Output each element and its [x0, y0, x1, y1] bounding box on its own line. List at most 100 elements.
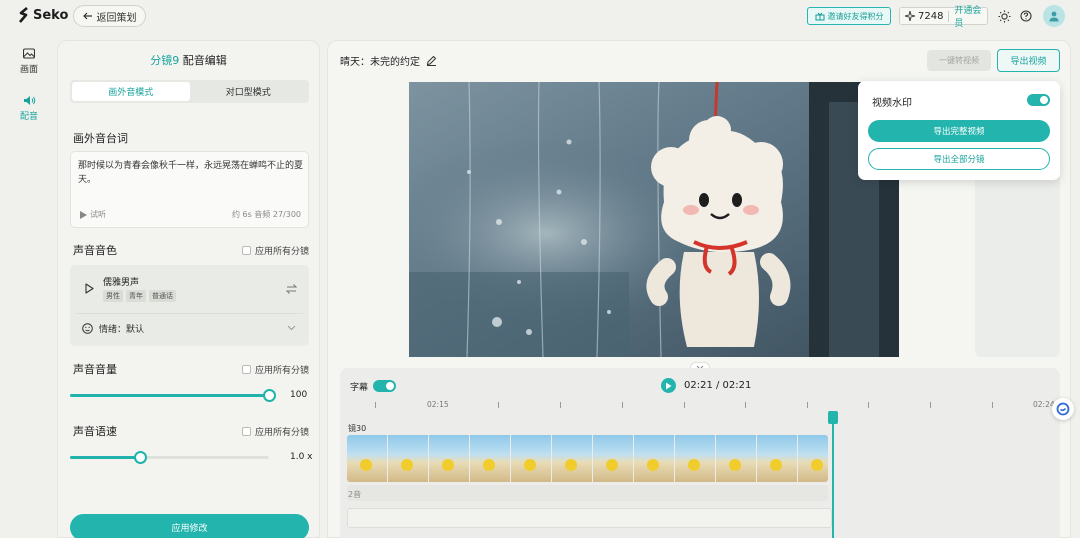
preview-scene: [409, 82, 899, 357]
export-popup: 视频水印 导出完整视频 导出全部分镜: [858, 81, 1060, 180]
assistant-button[interactable]: [1052, 398, 1074, 420]
slider-fill: [70, 456, 140, 459]
try-listen-button[interactable]: 试听: [80, 209, 106, 220]
gift-icon: [815, 12, 824, 20]
video-preview[interactable]: [409, 82, 899, 357]
char-counter: 约 6s 音频 27/300: [231, 210, 301, 219]
film-frame: [347, 435, 387, 482]
rail-item-voice[interactable]: 配音: [12, 95, 46, 122]
script-text[interactable]: 那时候以为青春会像秋千一样，永远晃荡在蝉鸣不止的夏天。: [78, 159, 304, 187]
try-listen-label: 试听: [90, 210, 106, 219]
shot-number: 分镜9: [150, 54, 180, 67]
checkbox[interactable]: [242, 365, 251, 374]
apply-all-voice-checkbox[interactable]: 应用所有分镜: [242, 244, 309, 257]
ruler-label: 02:15: [427, 400, 449, 409]
film-frame: [470, 435, 510, 482]
top-bar: Seko 返回策划 邀请好友得积分 7248 开通会员: [0, 0, 1080, 32]
watermark-label: 视频水印: [872, 98, 912, 109]
script-textarea[interactable]: 那时候以为青春会像秋千一样，永远晃荡在蝉鸣不止的夏天。 试听 约 6s 音频 2…: [70, 151, 309, 228]
apply-changes-button[interactable]: 应用修改: [70, 514, 309, 538]
divider: [76, 313, 303, 314]
ruler-tick: [745, 402, 746, 408]
export-all-shots-button[interactable]: 导出全部分镜: [868, 148, 1050, 170]
play-icon[interactable]: [85, 283, 94, 294]
apply-all-label: 应用所有分镜: [255, 247, 310, 257]
volume-value: 100: [290, 390, 308, 400]
slider-fill: [70, 394, 269, 397]
ruler-tick: [375, 402, 376, 408]
points-display[interactable]: 7248: [900, 11, 943, 22]
speaker-icon: [23, 96, 35, 105]
film-frame: [388, 435, 428, 482]
side-panel: [975, 178, 1060, 357]
tab-lipsync-mode[interactable]: 对口型模式: [190, 82, 308, 101]
chat-icon: [1056, 402, 1070, 416]
voice-section-label: 声音音色: [73, 244, 117, 257]
ruler-tick: [622, 402, 623, 408]
film-frame: [757, 435, 797, 482]
apply-all-speed-checkbox[interactable]: 应用所有分镜: [242, 425, 309, 438]
timeline-ruler[interactable]: 02:15 02:24: [348, 400, 1055, 412]
panel-heading: 配音编辑: [182, 54, 227, 67]
voice-tag: 青年: [126, 290, 146, 302]
back-to-plan-button[interactable]: 返回策划: [73, 5, 146, 27]
film-frame: [798, 435, 828, 482]
swap-icon[interactable]: [286, 284, 297, 294]
volume-section-label: 声音音量: [73, 363, 117, 376]
user-avatar[interactable]: [1043, 5, 1065, 27]
seko-logo-icon: [19, 7, 28, 23]
ruler-tick: [498, 402, 499, 408]
speed-slider[interactable]: [70, 451, 269, 464]
speed-section-label: 声音语速: [73, 425, 117, 438]
emotion-selector[interactable]: 情绪：默认: [82, 322, 144, 335]
sparkle-icon: [905, 11, 915, 21]
subtitle-toggle[interactable]: [373, 380, 396, 392]
ruler-tick: [992, 402, 993, 408]
watermark-toggle[interactable]: [1027, 94, 1050, 106]
voice-selector-card[interactable]: 儒雅男声 男性 青年 普通话 情绪：默认: [70, 265, 309, 346]
rail-item-visuals[interactable]: 画面: [12, 48, 46, 75]
help-button[interactable]: [1019, 9, 1033, 23]
invite-label: 邀请好友得积分: [827, 11, 884, 21]
shot-filmstrip[interactable]: [347, 435, 828, 482]
apply-all-label: 应用所有分镜: [255, 366, 310, 376]
checkbox[interactable]: [242, 246, 251, 255]
apply-all-volume-checkbox[interactable]: 应用所有分镜: [242, 363, 309, 376]
slider-handle[interactable]: [263, 389, 276, 402]
playhead-handle[interactable]: [828, 411, 838, 424]
project-title: 晴天：未完的约定: [340, 53, 437, 68]
ruler-tick: [868, 402, 869, 408]
playhead-line: [832, 416, 834, 538]
chevron-down-icon: [287, 325, 296, 331]
volume-slider[interactable]: [70, 389, 276, 402]
rail-label-visuals: 画面: [19, 65, 38, 75]
empty-track[interactable]: [347, 508, 832, 528]
sun-icon: [998, 10, 1010, 22]
mode-tabs: 画外音模式 对口型模式: [70, 80, 309, 103]
audio-track[interactable]: [347, 485, 828, 501]
edit-icon[interactable]: [426, 55, 437, 66]
voice-tags: 男性 青年 普通话: [103, 290, 176, 302]
theme-toggle-button[interactable]: [997, 9, 1011, 23]
arrow-left-icon: [82, 12, 92, 20]
project-title-text: 晴天：未完的约定: [340, 57, 420, 68]
voice-edit-panel: 分镜9 配音编辑 画外音模式 对口型模式 画外音台词 那时候以为青春会像秋千一样…: [57, 40, 320, 538]
invite-friends-button[interactable]: 邀请好友得积分: [807, 7, 891, 25]
speed-value: 1.0 x: [290, 452, 313, 462]
film-frame: [429, 435, 469, 482]
logo[interactable]: Seko: [18, 7, 68, 23]
ruler-tick: [560, 402, 561, 408]
emotion-label: 情绪：默认: [99, 325, 145, 335]
panel-title: 分镜9 配音编辑: [58, 52, 319, 68]
slider-handle[interactable]: [133, 451, 147, 464]
checkbox[interactable]: [242, 427, 251, 436]
export-full-video-button[interactable]: 导出完整视频: [868, 120, 1050, 142]
film-frame: [552, 435, 592, 482]
export-video-button[interactable]: 导出视频: [997, 49, 1060, 72]
tab-voiceover-mode[interactable]: 画外音模式: [72, 82, 190, 101]
timeline-play-button[interactable]: [661, 378, 676, 393]
one-click-to-video-button[interactable]: 一键转视频: [927, 50, 991, 71]
user-icon: [1049, 11, 1059, 22]
logo-text: Seko: [33, 7, 69, 23]
open-vip-link[interactable]: 开通会员: [954, 3, 987, 29]
